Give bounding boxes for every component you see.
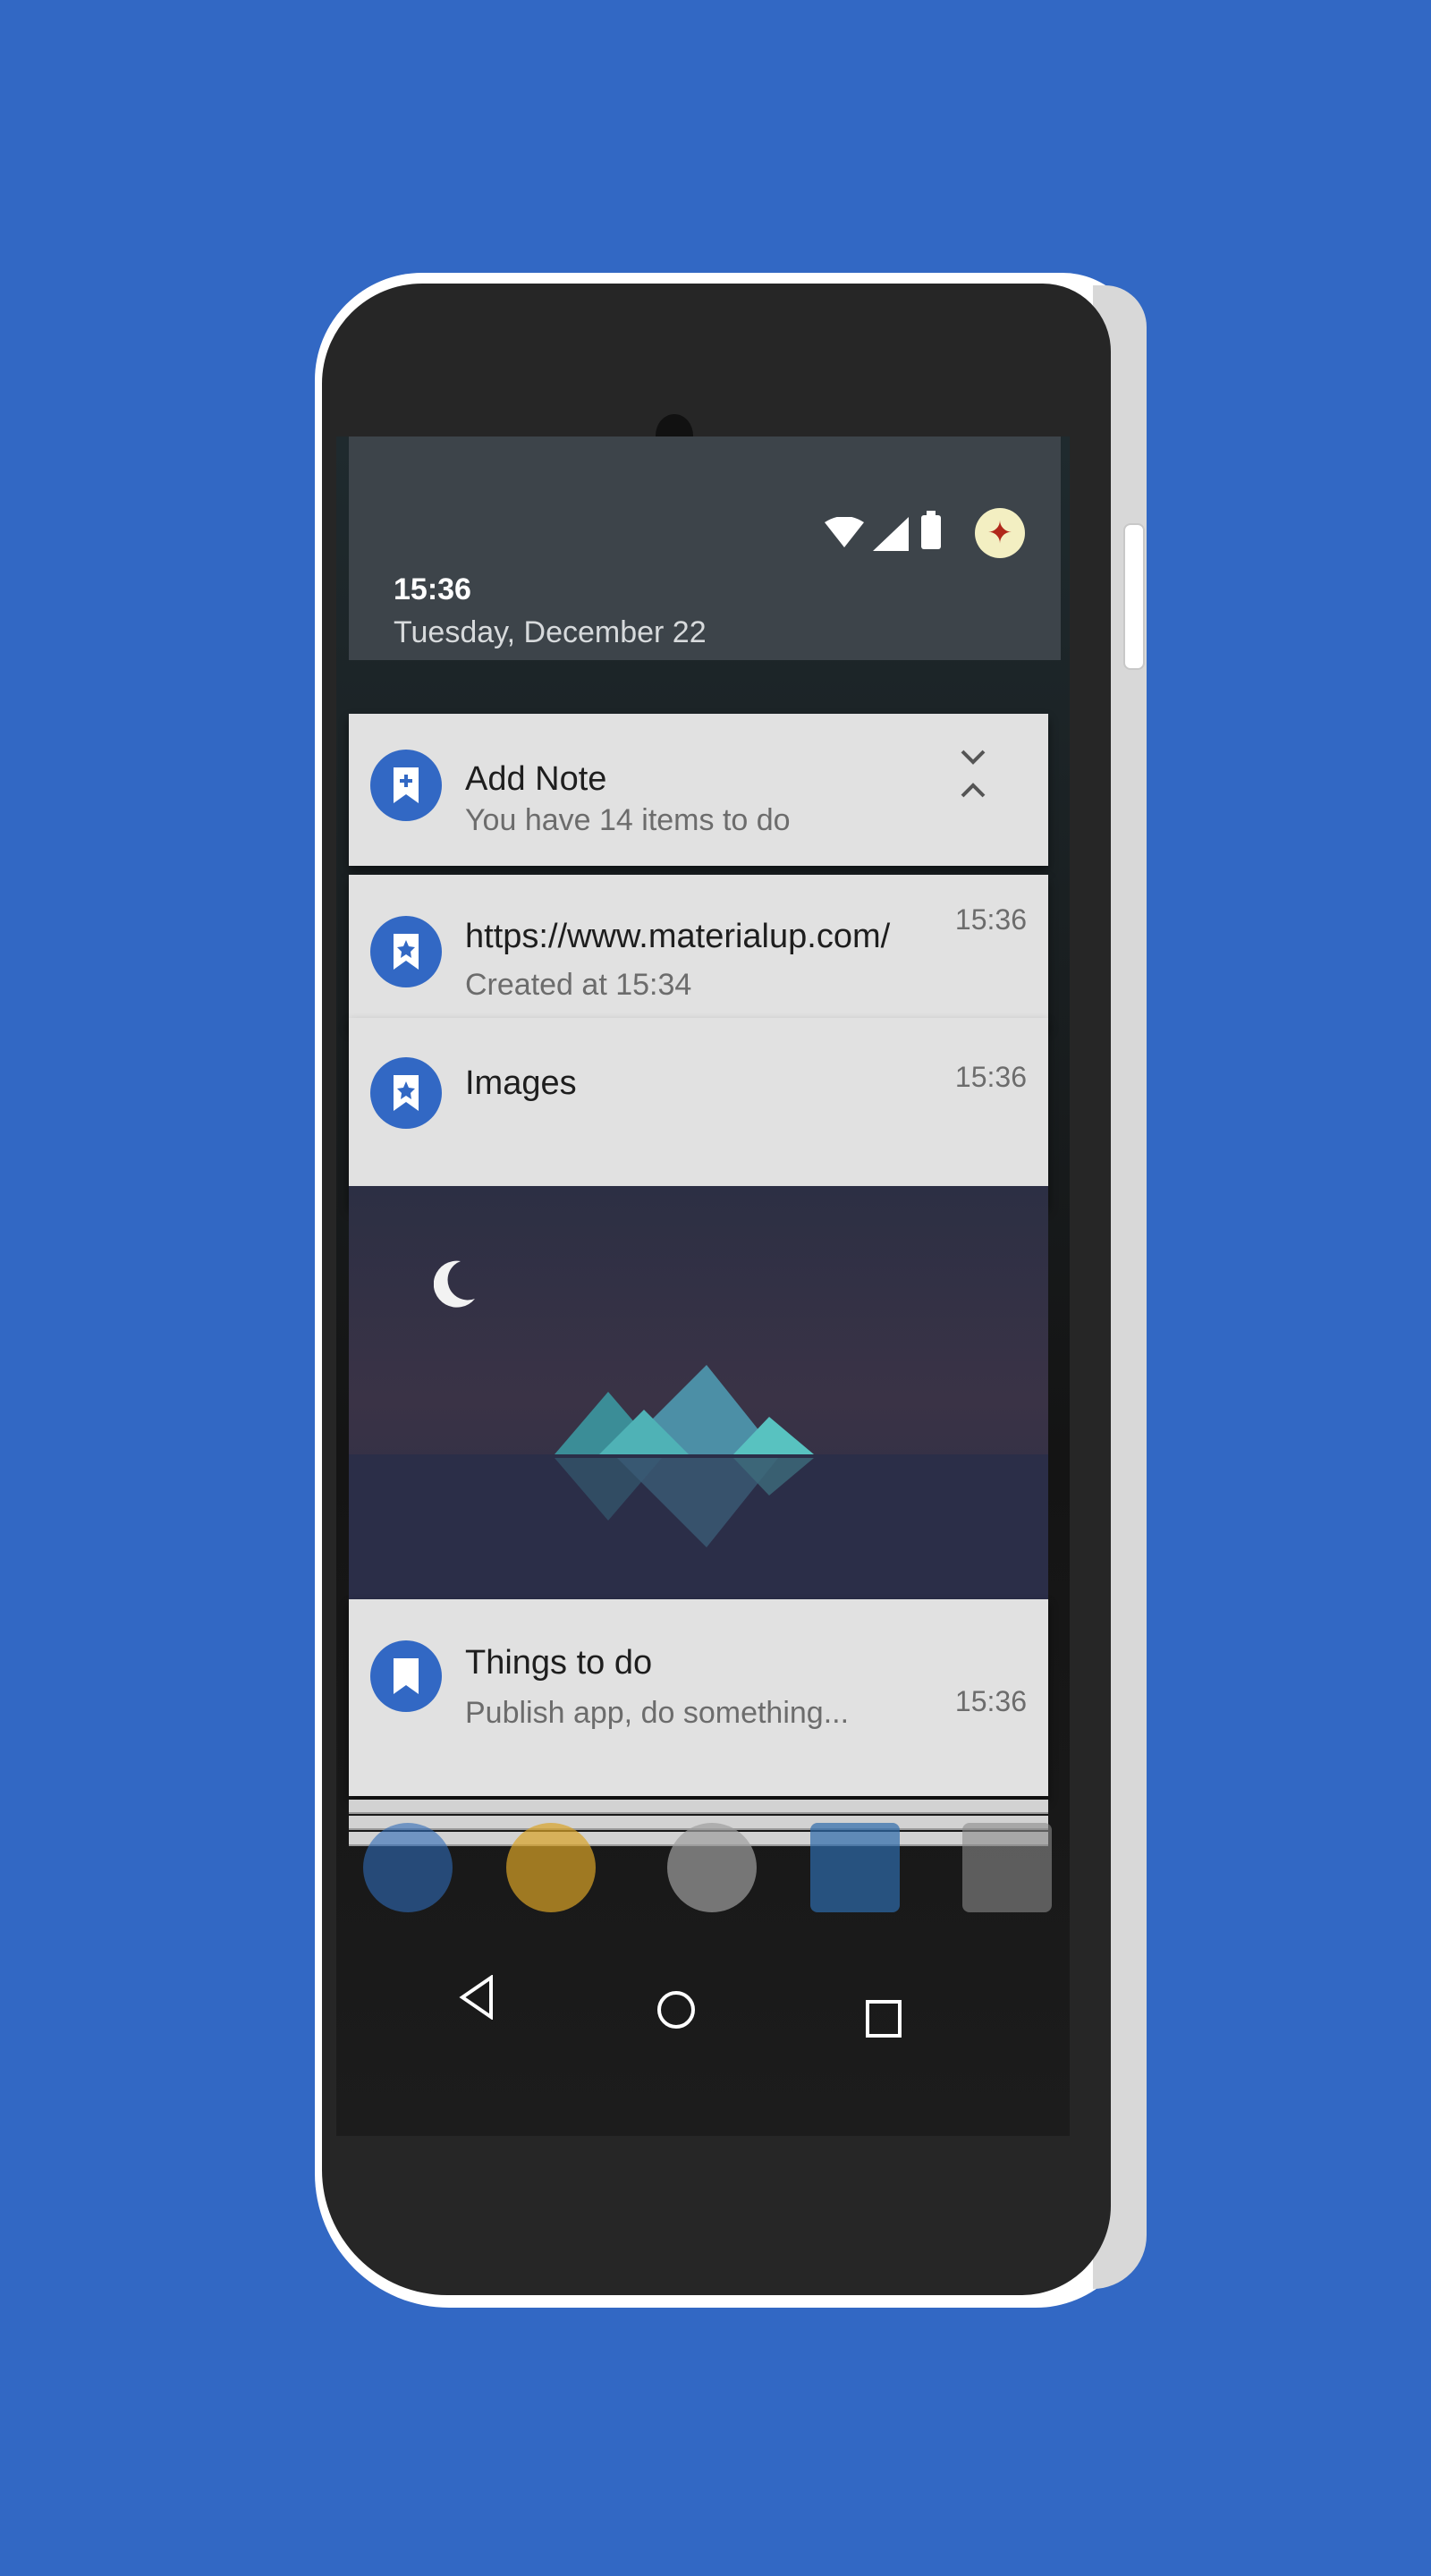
signal-icon [873,517,909,551]
wifi-icon [825,517,864,547]
battery-icon [921,511,941,549]
bookmark-icon [370,1640,442,1712]
notification-image-preview[interactable] [349,1186,1048,1615]
home-icon[interactable] [656,1989,697,2030]
recent-apps-icon[interactable] [864,1998,903,2039]
bookmark-star-icon [370,1057,442,1129]
power-button [1123,523,1145,670]
notification-subtitle: Created at 15:34 [465,968,692,1002]
status-time: 15:36 [394,572,471,606]
back-icon[interactable] [459,1975,495,2020]
notification-shade-header: 15:36 Tuesday, December 22 ✦ [349,436,1061,660]
notification-time: 15:36 [954,1685,1027,1717]
notification-add-note[interactable]: Add Note You have 14 items to do [349,714,1048,866]
notification-time: 15:36 [954,1061,1027,1093]
notification-things-to-do[interactable]: Things to do Publish app, do something..… [349,1599,1048,1796]
navigation-bar [336,1939,1070,2091]
bookmark-plus-icon [370,750,442,821]
chrome-app-icon[interactable] [506,1823,596,1912]
bookmark-star-icon [370,916,442,987]
notification-time: 15:36 [954,903,1027,936]
collapse-icon[interactable] [961,750,986,798]
apps-drawer-icon[interactable] [667,1823,757,1912]
status-date: Tuesday, December 22 [394,615,707,649]
notification-title: Things to do [465,1644,653,1682]
mountain-icon [555,1365,814,1547]
notification-images[interactable]: Images 15:36 [349,1018,1048,1206]
notification-materialup[interactable]: https://www.materialup.com/ Created at 1… [349,875,1048,1027]
notification-subtitle: Publish app, do something... [465,1696,850,1730]
home-dock [363,1823,1052,1921]
notification-title: Add Note [465,760,607,798]
notification-subtitle: You have 14 items to do [465,803,791,837]
notification-title: Images [465,1064,577,1102]
stacked-notification [349,1800,1048,1814]
phone-screen: 15:36 Tuesday, December 22 ✦ Add Note Yo… [336,436,1070,2136]
docs-app-icon[interactable] [810,1823,900,1912]
avatar[interactable]: ✦ [975,508,1025,558]
phone-app-icon[interactable] [363,1823,453,1912]
moon-icon [434,1260,475,1308]
status-icons: ✦ [825,508,1025,571]
play-store-icon[interactable] [962,1823,1052,1912]
notification-title: https://www.materialup.com/ [465,918,891,955]
